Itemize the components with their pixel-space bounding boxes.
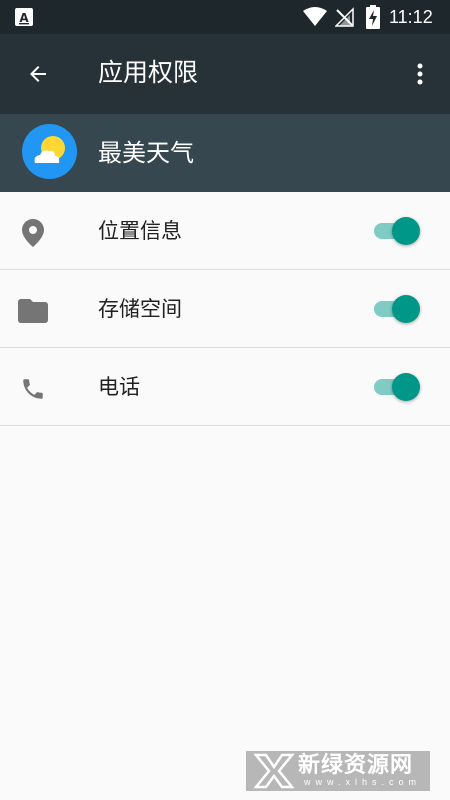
location-toggle[interactable] xyxy=(372,214,426,248)
watermark-logo-icon xyxy=(253,753,295,789)
battery-charging-icon xyxy=(366,5,380,29)
switch-thumb xyxy=(392,217,420,245)
status-bar: A 11:12 xyxy=(0,0,450,34)
storage-toggle[interactable] xyxy=(372,292,426,326)
app-header: 最美天气 xyxy=(0,114,450,192)
list-item[interactable]: 位置信息 xyxy=(0,192,450,270)
weather-app-icon xyxy=(22,124,77,179)
watermark-subtext: www.xlhs.com xyxy=(304,777,422,787)
back-button[interactable] xyxy=(14,50,62,98)
phone-icon xyxy=(18,374,48,404)
list-item[interactable]: 存储空间 xyxy=(0,270,450,348)
folder-icon xyxy=(18,296,48,326)
phone-toggle[interactable] xyxy=(372,370,426,404)
more-vert-icon xyxy=(417,63,423,85)
app-name: 最美天气 xyxy=(98,139,194,167)
permission-label: 电话 xyxy=(98,375,140,399)
toolbar: 应用权限 xyxy=(0,34,450,114)
permission-label: 位置信息 xyxy=(98,219,182,243)
watermark: 新绿资源网 www.xlhs.com xyxy=(246,751,430,791)
status-time: 11:12 xyxy=(389,7,433,27)
more-options-button[interactable] xyxy=(400,50,440,98)
permission-label: 存储空间 xyxy=(98,297,182,321)
notification-a-icon: A xyxy=(15,8,33,26)
switch-thumb xyxy=(392,373,420,401)
location-pin-icon xyxy=(18,218,48,248)
no-signal-icon xyxy=(335,7,354,27)
arrow-back-icon xyxy=(30,66,46,82)
switch-thumb xyxy=(392,295,420,323)
permission-list: 位置信息 存储空间 电话 xyxy=(0,192,450,426)
watermark-text: 新绿资源网 xyxy=(298,753,414,778)
list-item[interactable]: 电话 xyxy=(0,348,450,426)
page-title: 应用权限 xyxy=(98,58,199,87)
svg-text:A: A xyxy=(19,11,29,25)
wifi-icon xyxy=(303,7,327,26)
